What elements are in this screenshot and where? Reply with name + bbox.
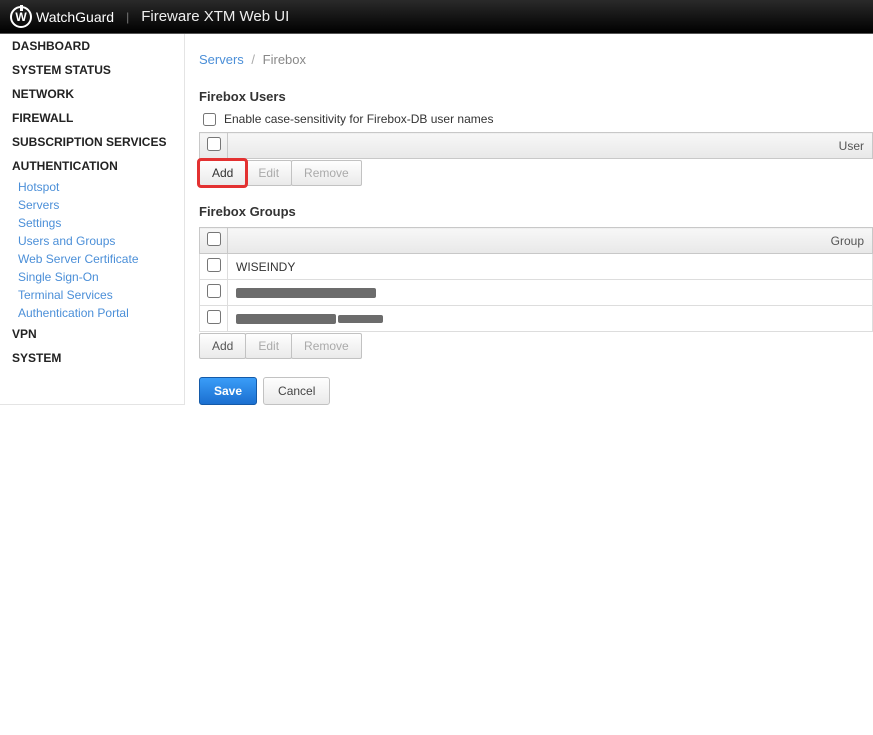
breadcrumb-sep: /	[251, 52, 255, 67]
users-select-all[interactable]	[207, 137, 221, 151]
group-row-text[interactable]: WISEINDY	[228, 254, 873, 280]
groups-edit-button[interactable]: Edit	[245, 333, 292, 359]
nav-sso[interactable]: Single Sign-On	[0, 268, 184, 286]
nav-authentication[interactable]: AUTHENTICATION	[0, 154, 184, 178]
save-button[interactable]: Save	[199, 377, 257, 405]
case-sensitivity-checkbox[interactable]	[203, 113, 216, 126]
redacted-text	[236, 314, 336, 324]
header-separator: |	[126, 10, 129, 24]
nav-servers[interactable]: Servers	[0, 196, 184, 214]
main-content: Servers / Firebox Firebox Users Enable c…	[185, 34, 873, 405]
groups-remove-button[interactable]: Remove	[291, 333, 362, 359]
case-sensitivity-label: Enable case-sensitivity for Firebox-DB u…	[224, 112, 493, 126]
sidebar: DASHBOARD SYSTEM STATUS NETWORK FIREWALL…	[0, 34, 185, 405]
nav-subscription-services[interactable]: SUBSCRIPTION SERVICES	[0, 130, 184, 154]
nav-network[interactable]: NETWORK	[0, 82, 184, 106]
groups-add-button[interactable]: Add	[199, 333, 246, 359]
nav-hotspot[interactable]: Hotspot	[0, 178, 184, 196]
redacted-text	[236, 288, 376, 298]
cancel-button[interactable]: Cancel	[263, 377, 330, 405]
breadcrumb: Servers / Firebox	[199, 52, 873, 67]
nav-firewall[interactable]: FIREWALL	[0, 106, 184, 130]
users-edit-button[interactable]: Edit	[245, 160, 292, 186]
app-header: W WatchGuard | Fireware XTM Web UI	[0, 0, 873, 34]
groups-title: Firebox Groups	[199, 204, 873, 219]
group-row-checkbox[interactable]	[207, 284, 221, 298]
nav-dashboard[interactable]: DASHBOARD	[0, 34, 184, 58]
users-title: Firebox Users	[199, 89, 873, 104]
group-row-checkbox[interactable]	[207, 258, 221, 272]
group-row-checkbox[interactable]	[207, 310, 221, 324]
nav-auth-portal[interactable]: Authentication Portal	[0, 304, 184, 322]
brand-logo: W WatchGuard	[10, 6, 114, 28]
users-remove-button[interactable]: Remove	[291, 160, 362, 186]
action-row: Save Cancel	[199, 377, 873, 405]
nav-users-groups[interactable]: Users and Groups	[0, 232, 184, 250]
nav-settings[interactable]: Settings	[0, 214, 184, 232]
nav-system-status[interactable]: SYSTEM STATUS	[0, 58, 184, 82]
nav-system[interactable]: SYSTEM	[0, 346, 184, 370]
breadcrumb-parent[interactable]: Servers	[199, 52, 244, 67]
logo-icon: W	[10, 6, 32, 28]
users-col-header: User	[228, 133, 873, 159]
app-title: Fireware XTM Web UI	[141, 8, 289, 25]
groups-button-row: Add Edit Remove	[199, 333, 873, 359]
group-row-redacted[interactable]	[228, 306, 873, 332]
users-add-button[interactable]: Add	[199, 160, 246, 186]
users-table: User	[199, 132, 873, 159]
brand-name: WatchGuard	[36, 9, 114, 25]
groups-col-header: Group	[228, 228, 873, 254]
nav-web-server-cert[interactable]: Web Server Certificate	[0, 250, 184, 268]
groups-select-all[interactable]	[207, 232, 221, 246]
group-row-redacted[interactable]	[228, 280, 873, 306]
groups-table: Group WISEINDY	[199, 227, 873, 332]
nav-vpn[interactable]: VPN	[0, 322, 184, 346]
redacted-text	[338, 315, 383, 323]
nav-terminal-services[interactable]: Terminal Services	[0, 286, 184, 304]
users-button-row: Add Edit Remove	[199, 160, 873, 186]
breadcrumb-current: Firebox	[263, 52, 306, 67]
